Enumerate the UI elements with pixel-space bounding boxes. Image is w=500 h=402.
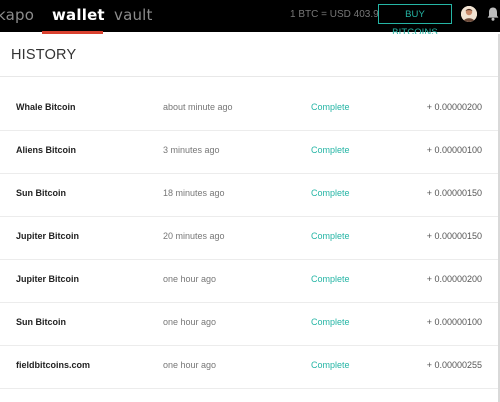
transaction-amount: + 0.00000150 [426,188,482,198]
transaction-amount: + 0.00000100 [426,145,482,155]
user-avatar-icon[interactable] [461,6,477,22]
history-row[interactable]: Aliens Bitcoin 3 minutes ago Complete + … [0,131,500,174]
title-divider [0,76,500,77]
top-navigation-bar: kapo wallet vault 1 BTC = USD 403.9 BUY … [0,0,500,38]
history-row[interactable]: Jupiter Bitcoin 20 minutes ago Complete … [0,217,500,260]
transaction-status: Complete [311,317,350,327]
transaction-name: Jupiter Bitcoin [16,274,80,284]
transaction-time: one hour ago [163,360,217,370]
transaction-name: Aliens Bitcoin [16,145,77,155]
transaction-name: Sun Bitcoin [16,188,66,198]
history-row[interactable]: Whale Bitcoin about minute ago Complete … [0,88,500,131]
transaction-time: one hour ago [163,317,217,327]
transaction-time: about minute ago [163,102,233,112]
transaction-name: Jupiter Bitcoin [16,231,80,241]
history-row[interactable]: Sun Bitcoin 18 minutes ago Complete + 0.… [0,174,500,217]
btc-exchange-rate: 1 BTC = USD 403.9 [290,9,379,20]
transaction-status: Complete [311,102,350,112]
transaction-time: 18 minutes ago [163,188,225,198]
transaction-amount: + 0.00000150 [426,231,482,241]
bell-icon-glyph [487,7,499,21]
transaction-amount: + 0.00000100 [426,317,482,327]
transaction-time: 20 minutes ago [163,231,225,241]
transaction-status: Complete [311,188,350,198]
transaction-amount: + 0.00000255 [426,360,482,370]
history-list: Whale Bitcoin about minute ago Complete … [0,88,500,389]
transaction-name: fieldbitcoins.com [16,360,91,370]
transaction-amount: + 0.00000200 [426,274,482,284]
transaction-name: Whale Bitcoin [16,102,76,112]
transaction-status: Complete [311,145,350,155]
transaction-status: Complete [311,274,350,284]
transaction-time: 3 minutes ago [163,145,220,155]
transaction-status: Complete [311,360,350,370]
nav-tab-vault[interactable]: vault [114,4,153,26]
history-row[interactable]: fieldbitcoins.com one hour ago Complete … [0,346,500,389]
buy-bitcoins-button[interactable]: BUY BITCOINS [378,4,452,38]
history-row[interactable]: Sun Bitcoin one hour ago Complete + 0.00… [0,303,500,346]
transaction-amount: + 0.00000200 [426,102,482,112]
transaction-name: Sun Bitcoin [16,317,66,327]
nav-tab-wallet[interactable]: wallet [52,4,105,26]
avatar-image [461,6,477,22]
transaction-status: Complete [311,231,350,241]
history-row[interactable]: Jupiter Bitcoin one hour ago Complete + … [0,260,500,303]
page-title: HISTORY [11,47,77,63]
transaction-time: one hour ago [163,274,217,284]
bell-icon[interactable] [486,6,500,22]
nav-tab-kapo[interactable]: kapo [0,4,34,26]
